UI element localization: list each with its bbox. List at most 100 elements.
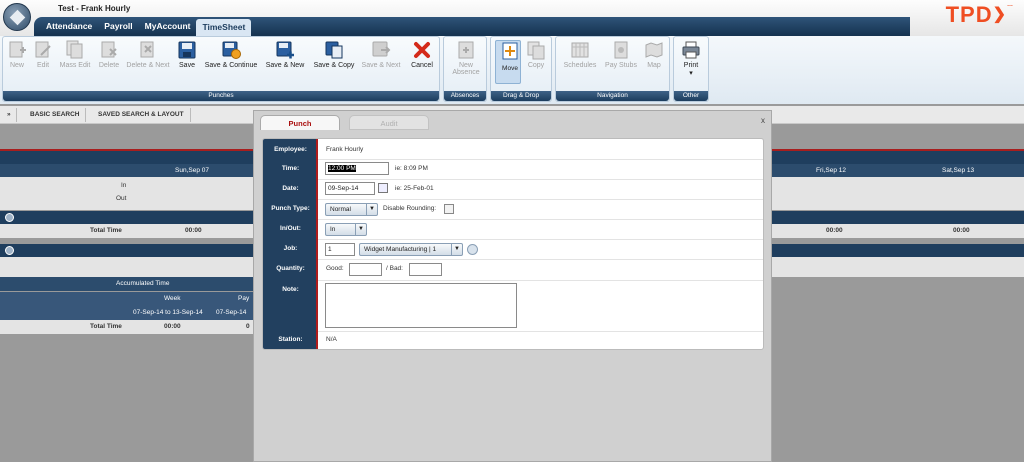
new-absence-label2: Absence (452, 69, 480, 76)
tab-audit[interactable]: Audit (349, 115, 429, 130)
cancel-x-icon (414, 42, 430, 58)
punch-type-select[interactable]: Normal ▼ (325, 203, 378, 216)
accumulated-total-label: Total Time (90, 323, 122, 330)
copy-button[interactable]: Copy (523, 40, 549, 69)
chevron-down-icon: ▼ (451, 244, 462, 255)
tab-timesheet[interactable]: TimeSheet (196, 19, 252, 36)
schedules-label: Schedules (563, 62, 597, 69)
save-new-button[interactable]: Save & New (263, 40, 307, 69)
bad-quantity-field[interactable] (409, 263, 442, 276)
date-hint: ie: 25-Feb-01 (395, 185, 434, 192)
in-out-value: In (330, 226, 336, 233)
delete-label: Delete (98, 62, 120, 69)
save-continue-icon (222, 41, 241, 59)
accumulated-header: Accumulated Time (0, 277, 253, 291)
move-button[interactable]: Move (495, 40, 521, 84)
edit-button[interactable]: Edit (31, 40, 55, 69)
accumulated-range: 07-Sep-14 to 13-Sep-14 (133, 309, 203, 316)
dragdrop-group-label: Drag & Drop (491, 91, 551, 101)
station-value: N/A (326, 336, 337, 343)
good-quantity-field[interactable] (349, 263, 382, 276)
save-continue-label: Save & Continue (204, 62, 258, 69)
search-toggle-icon[interactable]: » (2, 108, 17, 122)
expand-section-icon-2[interactable] (5, 246, 14, 255)
tab-attendance[interactable]: Attendance (40, 18, 98, 36)
schedules-button[interactable]: Schedules (562, 40, 598, 69)
map-button[interactable]: Map (642, 40, 666, 69)
employee-value: Frank Hourly (326, 146, 364, 153)
note-textarea[interactable] (325, 283, 517, 328)
copy-icon (527, 41, 545, 60)
day-header-sat: Sat,Sep 13 (942, 167, 975, 174)
punch-type-value: Normal (330, 206, 351, 213)
tab-punch[interactable]: Punch (260, 115, 340, 130)
save-button[interactable]: Save (173, 40, 201, 69)
quantity-label: Quantity: (276, 265, 305, 272)
date-field[interactable]: 09-Sep-14 (325, 182, 375, 195)
expand-section-icon[interactable] (5, 213, 14, 222)
accumulated-total-week: 00:00 (164, 323, 181, 330)
brand-dot: … (1007, 2, 1014, 8)
tab-payroll[interactable]: Payroll (98, 18, 138, 36)
map-icon (645, 42, 663, 58)
move-icon (502, 42, 518, 60)
map-label: Map (647, 62, 661, 69)
chevron-down-icon: ▼ (366, 204, 377, 215)
job-label: Job: (283, 245, 298, 252)
delete-next-label: Delete & Next (126, 62, 170, 69)
chevron-down-icon: ▼ (355, 224, 366, 235)
save-label: Save (179, 62, 195, 69)
punch-form: Employee: Frank Hourly Time: 12:00 PM ie… (262, 138, 764, 350)
punch-dialog: Punch Audit x Employee: Frank Hourly Tim… (253, 110, 772, 462)
tab-myaccount[interactable]: MyAccount (139, 18, 197, 36)
new-absence-icon (458, 41, 474, 59)
save-next-button[interactable]: Save & Next (359, 40, 403, 69)
pay-stubs-button[interactable]: Pay Stubs (604, 40, 638, 69)
new-absence-button[interactable]: New Absence (448, 40, 484, 76)
time-field[interactable]: 12:00 PM (325, 162, 389, 175)
add-job-icon[interactable] (467, 244, 478, 255)
job-quantity-field[interactable]: 1 (325, 243, 355, 256)
in-row-label: In (121, 182, 127, 189)
save-copy-button[interactable]: Save & Copy (311, 40, 357, 69)
form-divider (318, 179, 763, 180)
disable-rounding-checkbox[interactable] (444, 204, 454, 214)
cancel-button[interactable]: Cancel (407, 40, 437, 69)
schedules-calendar-icon (571, 42, 589, 58)
accumulated-week: Week (164, 295, 181, 302)
delete-next-button[interactable]: Delete & Next (125, 40, 171, 69)
bad-label: / Bad: (386, 265, 403, 272)
app-logo (3, 3, 31, 31)
mass-edit-button[interactable]: Mass Edit (57, 40, 93, 69)
accumulated-pay: Pay (238, 295, 250, 302)
new-absence-label1: New (458, 62, 473, 69)
print-dropdown-icon: ▾ (689, 70, 693, 77)
new-button[interactable]: New (5, 40, 29, 69)
delete-button[interactable]: Delete (95, 40, 123, 69)
job-select[interactable]: Widget Manufacturing | 1 ▼ (359, 243, 463, 256)
new-label: New (9, 62, 24, 69)
navigation-group: Schedules Pay Stubs Map Navigation (555, 36, 670, 102)
out-row-label: Out (116, 195, 127, 202)
disable-rounding-label: Disable Rounding: (383, 205, 437, 212)
employee-label: Employee: (274, 146, 307, 153)
calendar-icon[interactable] (378, 183, 388, 193)
good-label: Good: (326, 265, 344, 272)
saved-search-tab[interactable]: SAVED SEARCH & LAYOUT (92, 108, 191, 122)
save-icon (178, 41, 196, 59)
other-group: Print ▾ Other (673, 36, 709, 102)
total-time-sat: 00:00 (953, 227, 970, 234)
brand-chevron-icon: ❯ (992, 6, 1007, 23)
day-header-sun: Sun,Sep 07 (175, 167, 209, 174)
print-button[interactable]: Print ▾ (677, 40, 705, 77)
punch-type-label: Punch Type: (271, 205, 310, 212)
form-divider (318, 331, 763, 332)
cancel-label: Cancel (411, 62, 433, 69)
save-next-icon (372, 41, 391, 57)
form-divider (318, 159, 763, 160)
in-out-select[interactable]: In ▼ (325, 223, 367, 236)
save-continue-button[interactable]: Save & Continue (203, 40, 259, 69)
basic-search-tab[interactable]: BASIC SEARCH (24, 108, 87, 122)
close-icon[interactable]: x (761, 116, 765, 125)
pay-stubs-icon (614, 41, 628, 59)
